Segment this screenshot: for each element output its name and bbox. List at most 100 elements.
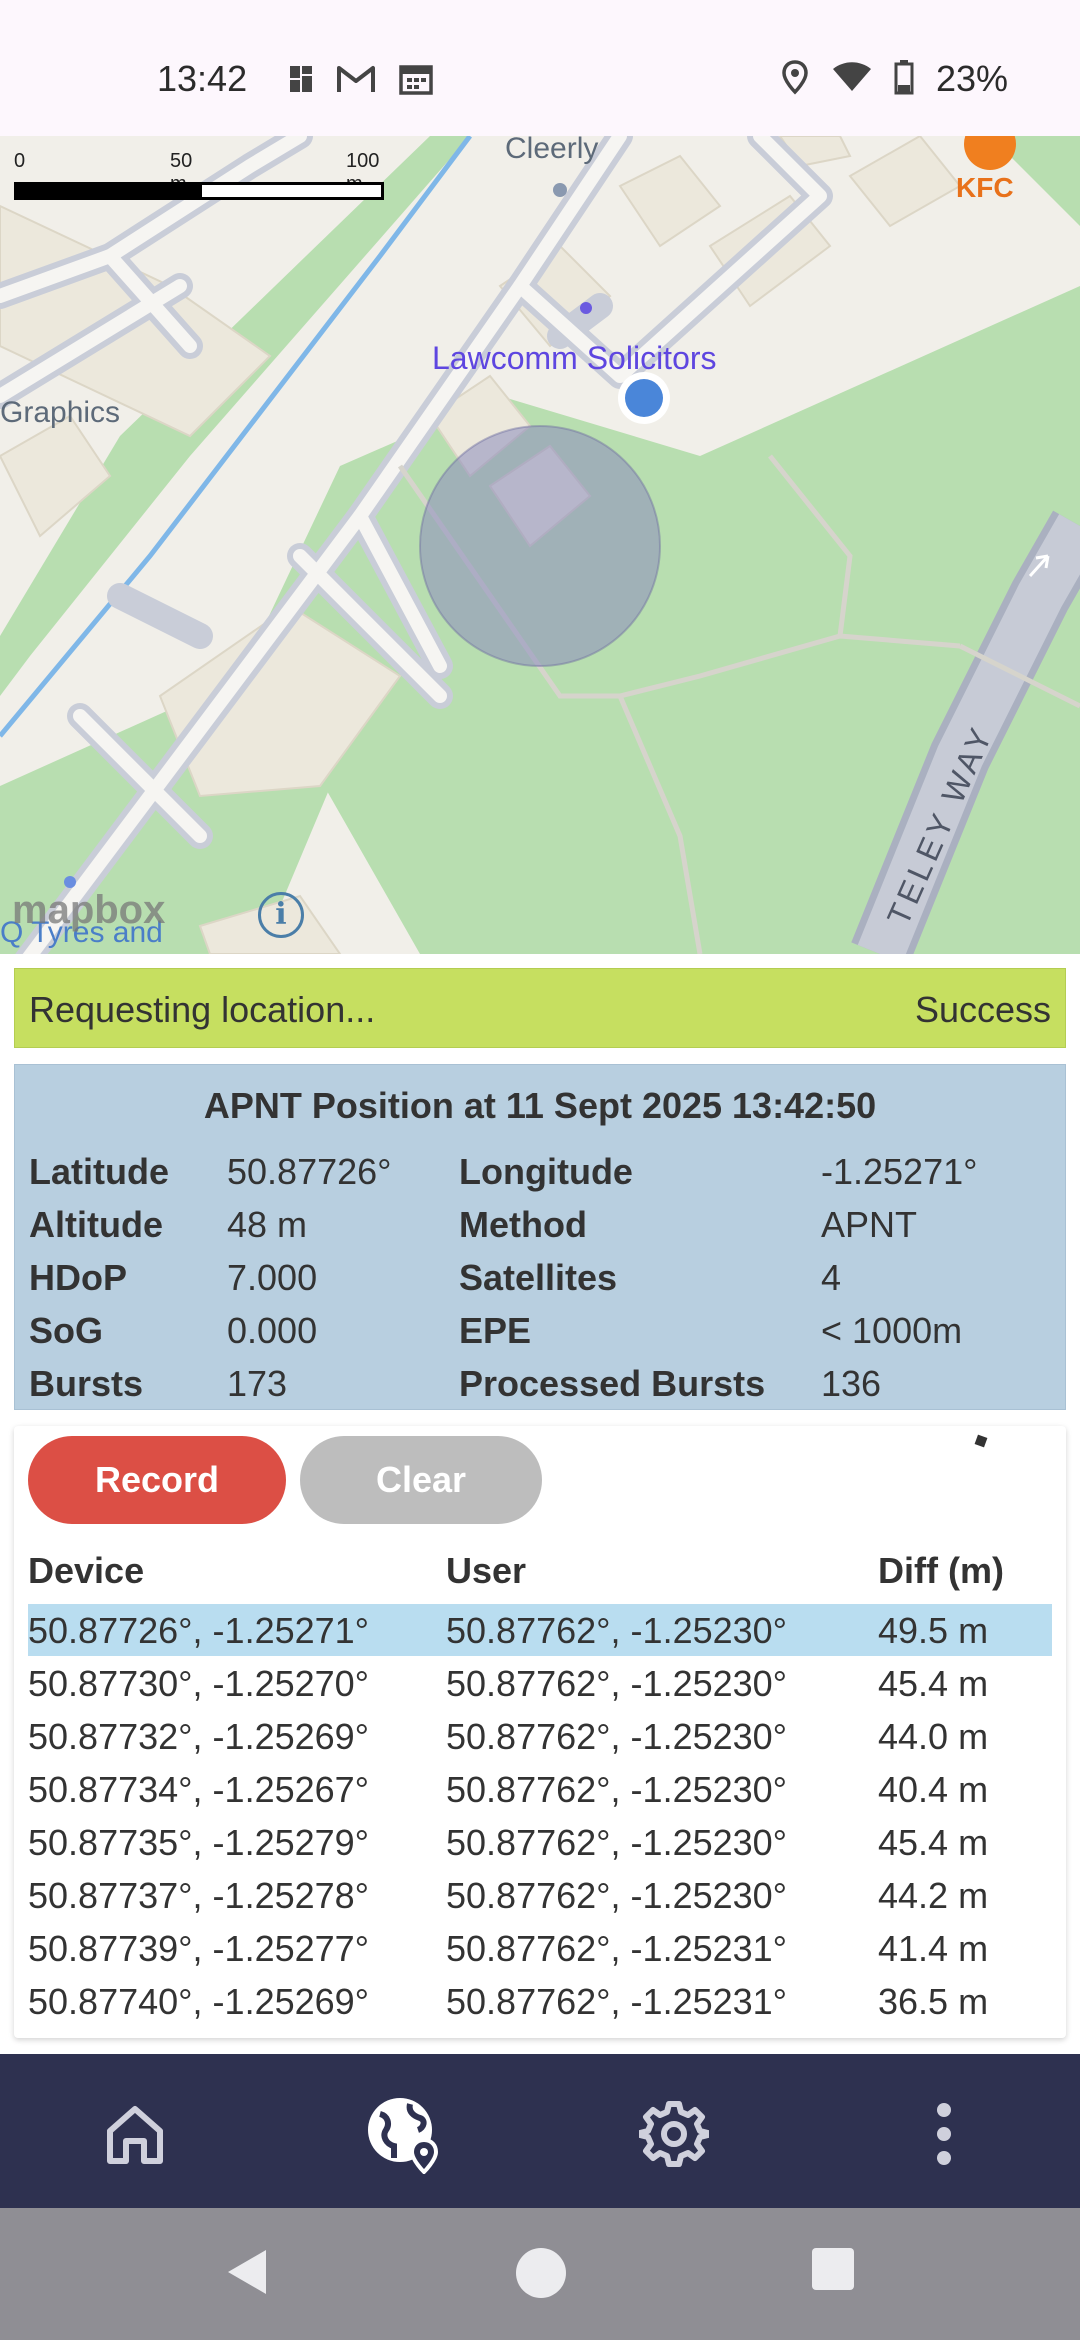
cell-device: 50.87740°, -1.25269° bbox=[28, 1981, 370, 2022]
globe-location-icon bbox=[364, 2094, 444, 2179]
nav-more[interactable] bbox=[904, 2096, 984, 2176]
indicator-dot bbox=[974, 1434, 988, 1448]
map-view[interactable]: 0 50 m 100 m Cleerly KFC Lawcomm Solicit… bbox=[0, 136, 1080, 954]
nav-home[interactable] bbox=[95, 2096, 175, 2176]
location-pin-icon bbox=[780, 59, 810, 100]
position-row: HDoP 7.000 Satellites 4 bbox=[15, 1257, 1065, 1309]
recents-icon[interactable] bbox=[810, 2246, 856, 2297]
home-circle-icon[interactable] bbox=[514, 2246, 568, 2305]
position-row: SoG 0.000 EPE < 1000m bbox=[15, 1310, 1065, 1362]
table-row[interactable]: 50.87734°, -1.25267° 50.87762°, -1.25230… bbox=[28, 1763, 1052, 1815]
value-hdop: 7.000 bbox=[227, 1257, 318, 1298]
cell-diff: 36.5 m bbox=[878, 1981, 989, 2022]
position-panel: APNT Position at 11 Sept 2025 13:42:50 L… bbox=[14, 1064, 1066, 1410]
status-time: 13:42 bbox=[157, 58, 248, 99]
status-notification-icons bbox=[288, 62, 434, 101]
record-button[interactable]: Record bbox=[28, 1436, 286, 1524]
table-row[interactable]: 50.87737°, -1.25278° 50.87762°, -1.25230… bbox=[28, 1869, 1052, 1921]
back-icon[interactable] bbox=[222, 2246, 270, 2303]
label-hdop: HDoP bbox=[29, 1257, 127, 1298]
more-vert-icon bbox=[934, 2102, 954, 2171]
cell-user: 50.87762°, -1.25230° bbox=[446, 1663, 788, 1704]
value-latitude: 50.87726° bbox=[227, 1151, 392, 1192]
cell-device: 50.87730°, -1.25270° bbox=[28, 1663, 370, 1704]
log-card: Record Clear Device User Diff (m) 50.877… bbox=[14, 1426, 1066, 2038]
home-icon bbox=[102, 2101, 168, 2172]
battery-icon bbox=[894, 59, 914, 100]
label-satellites: Satellites bbox=[459, 1257, 618, 1298]
clear-button[interactable]: Clear bbox=[300, 1436, 542, 1524]
request-status-message: Requesting location... bbox=[29, 989, 376, 1030]
cell-diff: 41.4 m bbox=[878, 1928, 989, 1969]
value-method: APNT bbox=[821, 1204, 918, 1245]
status-bar: 13:42 23% bbox=[0, 0, 1080, 136]
cell-device: 50.87737°, -1.25278° bbox=[28, 1875, 370, 1916]
cell-user: 50.87762°, -1.25230° bbox=[446, 1822, 788, 1863]
table-row[interactable]: 50.87739°, -1.25277° 50.87762°, -1.25231… bbox=[28, 1922, 1052, 1974]
value-processed-bursts: 136 bbox=[821, 1363, 882, 1404]
cell-device: 50.87735°, -1.25279° bbox=[28, 1822, 370, 1863]
bottom-navigation bbox=[0, 2054, 1080, 2208]
table-row[interactable]: 50.87726°, -1.25271° 50.87762°, -1.25230… bbox=[28, 1604, 1052, 1656]
label-longitude: Longitude bbox=[459, 1151, 633, 1192]
log-table-header: Device User Diff (m) bbox=[14, 1550, 1066, 1600]
cell-device: 50.87732°, -1.25269° bbox=[28, 1716, 370, 1757]
nav-location[interactable] bbox=[364, 2096, 444, 2176]
value-bursts: 173 bbox=[227, 1363, 288, 1404]
gmail-icon bbox=[336, 64, 376, 99]
label-bursts: Bursts bbox=[29, 1363, 144, 1404]
status-system-icons: 23% bbox=[780, 58, 1008, 100]
battery-percent: 23% bbox=[936, 58, 1009, 99]
map-label-kfc: KFC bbox=[956, 172, 1014, 203]
mapbox-logo: mapbox bbox=[12, 888, 166, 932]
position-row: Latitude 50.87726° Longitude -1.25271° bbox=[15, 1151, 1065, 1203]
cell-diff: 44.0 m bbox=[878, 1716, 989, 1757]
value-epe: < 1000m bbox=[821, 1310, 963, 1351]
cell-device: 50.87739°, -1.25277° bbox=[28, 1928, 370, 1969]
map-label-graphics: Graphics bbox=[0, 396, 121, 429]
table-row[interactable]: 50.87732°, -1.25269° 50.87762°, -1.25230… bbox=[28, 1710, 1052, 1762]
value-satellites: 4 bbox=[821, 1257, 842, 1298]
calendar-icon bbox=[398, 62, 434, 101]
value-longitude: -1.25271° bbox=[821, 1151, 978, 1192]
cell-user: 50.87762°, -1.25230° bbox=[446, 1610, 788, 1651]
request-status-bar: Requesting location... Success bbox=[14, 968, 1066, 1048]
position-row: Altitude 48 m Method APNT bbox=[15, 1204, 1065, 1256]
label-method: Method bbox=[459, 1204, 587, 1245]
header-user: User bbox=[446, 1550, 527, 1591]
request-status-result: Success bbox=[914, 989, 1051, 1030]
cell-user: 50.87762°, -1.25230° bbox=[446, 1875, 788, 1916]
value-sog: 0.000 bbox=[227, 1310, 318, 1351]
wifi-icon bbox=[832, 61, 872, 98]
header-diff: Diff (m) bbox=[878, 1550, 1004, 1591]
position-title: APNT Position at 11 Sept 2025 13:42:50 bbox=[203, 1085, 877, 1126]
cell-diff: 49.5 m bbox=[878, 1610, 989, 1651]
position-row: Bursts 173 Processed Bursts 136 bbox=[15, 1363, 1065, 1415]
cell-user: 50.87762°, -1.25230° bbox=[446, 1716, 788, 1757]
system-navigation-bar bbox=[0, 2208, 1080, 2340]
notification-icon bbox=[288, 64, 314, 99]
map-label-cleerly: Cleerly bbox=[505, 136, 599, 165]
map-info-icon[interactable]: i bbox=[258, 892, 304, 938]
label-epe: EPE bbox=[459, 1310, 532, 1351]
table-row[interactable]: 50.87730°, -1.25270° 50.87762°, -1.25230… bbox=[28, 1657, 1052, 1709]
cell-user: 50.87762°, -1.25231° bbox=[446, 1981, 788, 2022]
label-processed-bursts: Processed Bursts bbox=[459, 1363, 766, 1404]
label-latitude: Latitude bbox=[29, 1151, 169, 1192]
value-altitude: 48 m bbox=[227, 1204, 308, 1245]
cell-user: 50.87762°, -1.25231° bbox=[446, 1928, 788, 1969]
table-row[interactable]: 50.87735°, -1.25279° 50.87762°, -1.25230… bbox=[28, 1816, 1052, 1868]
nav-settings[interactable] bbox=[634, 2096, 714, 2176]
header-device: Device bbox=[28, 1550, 145, 1591]
table-row[interactable]: 50.87740°, -1.25269° 50.87762°, -1.25231… bbox=[28, 1975, 1052, 2027]
scale-label-0: 0 bbox=[14, 150, 26, 172]
cell-device: 50.87734°, -1.25267° bbox=[28, 1769, 370, 1810]
label-altitude: Altitude bbox=[29, 1204, 163, 1245]
cell-device: 50.87726°, -1.25271° bbox=[28, 1610, 370, 1651]
cell-diff: 45.4 m bbox=[878, 1663, 989, 1704]
cell-user: 50.87762°, -1.25230° bbox=[446, 1769, 788, 1810]
map-poi-lawcomm[interactable]: Lawcomm Solicitors bbox=[432, 340, 717, 377]
map-scale-bar bbox=[14, 182, 384, 200]
settings-gear-icon bbox=[637, 2099, 711, 2174]
label-sog: SoG bbox=[29, 1310, 104, 1351]
